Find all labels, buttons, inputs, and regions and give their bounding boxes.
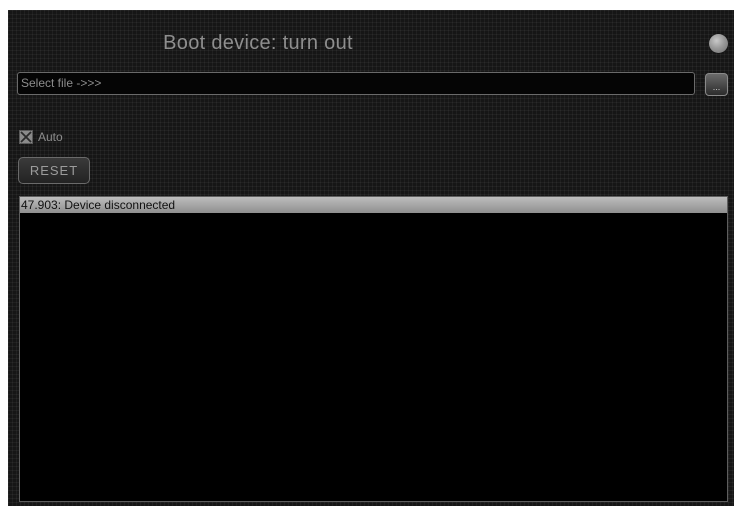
browse-button[interactable]: ... bbox=[705, 73, 728, 96]
log-list[interactable]: 47.903: Device disconnected bbox=[19, 196, 728, 502]
log-entry[interactable]: 47.903: Device disconnected bbox=[20, 197, 727, 213]
checkmark-cross-icon bbox=[20, 131, 32, 143]
status-led-icon bbox=[709, 34, 728, 53]
reset-button[interactable]: RESET bbox=[18, 157, 90, 184]
window-title: Boot device: turn out bbox=[163, 32, 353, 54]
auto-checkbox-row[interactable]: Auto bbox=[19, 129, 63, 145]
file-path-field[interactable]: Select file ->>> bbox=[17, 72, 695, 95]
auto-checkbox[interactable] bbox=[19, 130, 33, 144]
boot-device-window: Boot device: turn out Select file ->>> .… bbox=[8, 10, 734, 506]
auto-label: Auto bbox=[38, 130, 63, 144]
